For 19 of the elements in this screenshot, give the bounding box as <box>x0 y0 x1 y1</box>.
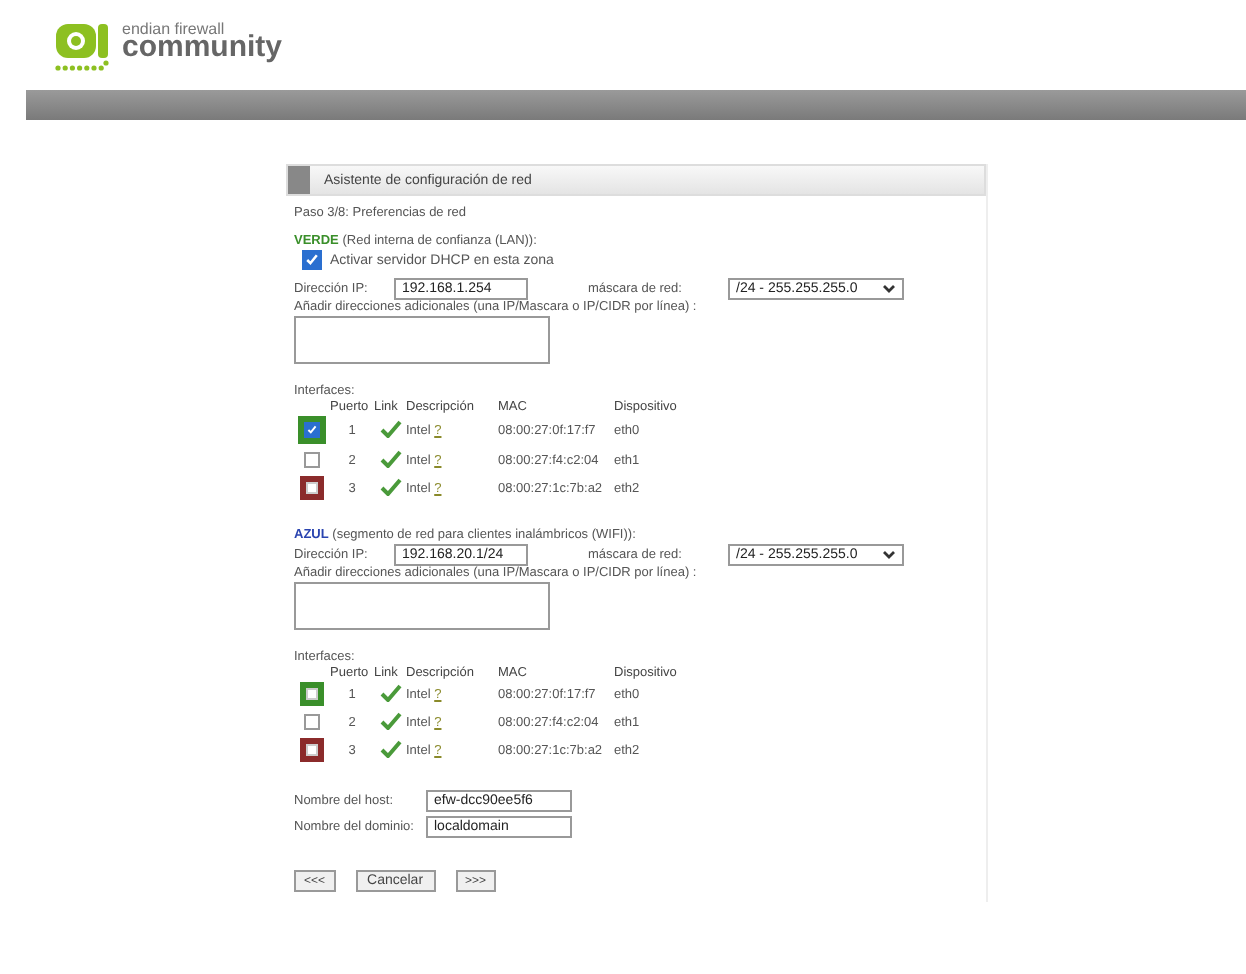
tick-icon <box>306 424 318 436</box>
interface-checkbox[interactable] <box>304 422 320 438</box>
extra-addresses-field[interactable] <box>294 582 550 630</box>
extra-addresses-field[interactable] <box>294 316 550 364</box>
interface-checkbox[interactable] <box>304 452 320 468</box>
check-icon <box>379 477 401 495</box>
interface-checkbox[interactable] <box>304 714 320 730</box>
check-icon <box>379 419 401 437</box>
check-icon <box>379 683 401 701</box>
dhcp-checkbox[interactable] <box>302 250 322 270</box>
check-icon <box>379 711 401 729</box>
check-icon <box>379 449 401 467</box>
check-icon <box>379 739 401 757</box>
logo-icon <box>54 22 114 74</box>
caret-icon <box>882 549 896 559</box>
collapse-toggle[interactable] <box>288 166 310 194</box>
caret-icon <box>882 283 896 293</box>
logo-tagline: endian firewall <box>122 22 225 38</box>
logo-wordmark: community <box>122 32 283 62</box>
